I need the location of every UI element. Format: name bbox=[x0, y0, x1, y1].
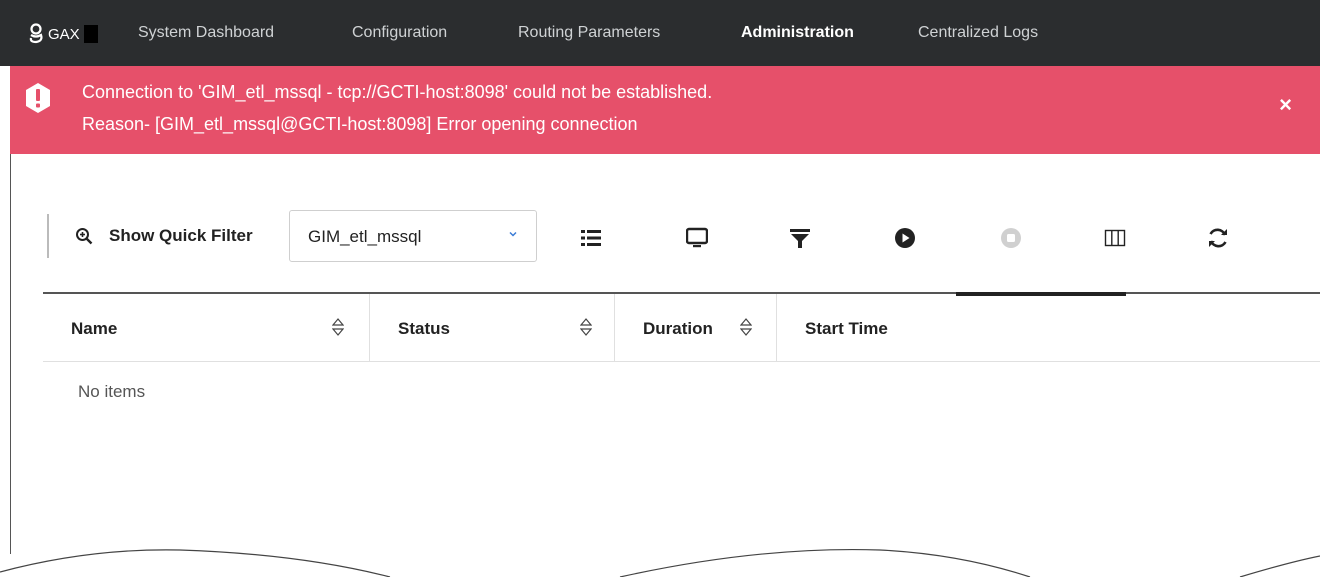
alert-close-button[interactable]: × bbox=[1279, 92, 1292, 118]
torn-edge-decoration bbox=[0, 548, 1320, 577]
column-header-label: Name bbox=[71, 319, 118, 338]
nav-configuration[interactable]: Configuration bbox=[352, 24, 447, 42]
alert-message-line-2: Reason- [GIM_etl_mssql@GCTI-host:8098] E… bbox=[82, 114, 638, 134]
application-select[interactable]: GIM_etl_mssql bbox=[289, 210, 537, 262]
zoom-in-icon bbox=[76, 228, 93, 245]
play-icon[interactable] bbox=[893, 226, 917, 250]
list-icon[interactable] bbox=[579, 226, 603, 250]
column-header-label: Start Time bbox=[805, 319, 888, 338]
filter-icon[interactable] bbox=[788, 226, 812, 250]
application-select-value: GIM_etl_mssql bbox=[308, 227, 422, 246]
monitor-icon[interactable] bbox=[685, 226, 709, 250]
empty-table-message: No items bbox=[78, 382, 146, 401]
column-header-duration[interactable]: Duration bbox=[615, 294, 777, 361]
chevron-down-icon bbox=[509, 231, 517, 237]
nav-routing-parameters[interactable]: Routing Parameters bbox=[518, 24, 660, 42]
genesys-logo-icon bbox=[29, 23, 43, 44]
logo-text: GAX bbox=[48, 25, 80, 43]
alert-message-line-1: Connection to 'GIM_etl_mssql - tcp://GCT… bbox=[82, 82, 713, 102]
columns-icon[interactable] bbox=[1103, 226, 1127, 250]
column-header-label: Status bbox=[398, 319, 450, 338]
toolbar-divider bbox=[47, 214, 49, 258]
nav-system-dashboard[interactable]: System Dashboard bbox=[138, 24, 274, 42]
show-quick-filter-button[interactable]: Show Quick Filter bbox=[75, 226, 253, 246]
column-header-name[interactable]: Name bbox=[43, 294, 370, 361]
top-nav-bar: GAX System Dashboard Configuration Routi… bbox=[0, 0, 1320, 66]
column-header-status[interactable]: Status bbox=[370, 294, 615, 361]
app-logo[interactable]: GAX bbox=[28, 22, 98, 46]
show-quick-filter-label: Show Quick Filter bbox=[109, 226, 253, 245]
column-header-start-time[interactable]: Start Time bbox=[777, 294, 1320, 361]
nav-administration[interactable]: Administration bbox=[741, 24, 854, 42]
error-alert: Connection to 'GIM_etl_mssql - tcp://GCT… bbox=[10, 66, 1320, 154]
logo-block bbox=[83, 25, 98, 43]
warning-icon bbox=[26, 83, 50, 113]
column-header-label: Duration bbox=[643, 319, 713, 338]
stop-icon[interactable] bbox=[999, 226, 1023, 250]
sort-icon[interactable] bbox=[740, 318, 752, 336]
table-header: Name Status Duration Start Time bbox=[43, 294, 1320, 362]
sort-icon[interactable] bbox=[580, 318, 592, 336]
nav-centralized-logs[interactable]: Centralized Logs bbox=[918, 24, 1038, 42]
sort-icon[interactable] bbox=[332, 318, 344, 336]
refresh-icon[interactable] bbox=[1206, 226, 1230, 250]
frame-left-border bbox=[10, 154, 11, 554]
